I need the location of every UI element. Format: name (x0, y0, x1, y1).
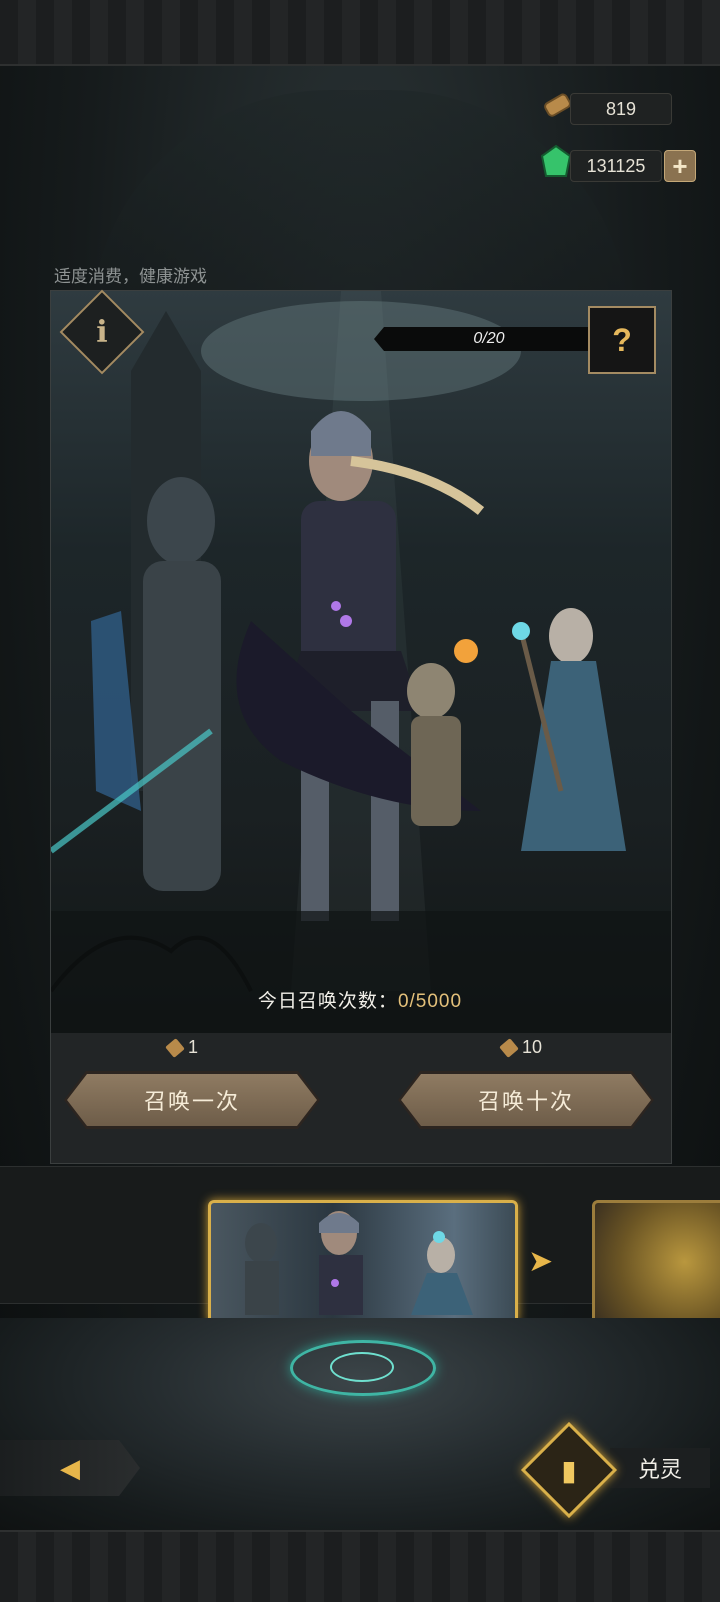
plus-icon: + (672, 151, 688, 181)
add-gems-button[interactable]: + (664, 150, 696, 182)
next-arrow-icon[interactable]: ➤ (528, 1244, 553, 1279)
single-cost-value: 1 (188, 1037, 199, 1057)
back-button[interactable]: ◀ (0, 1440, 140, 1496)
gem-count: 131125 (586, 155, 646, 176)
summon-card (50, 290, 672, 1164)
summon-ten-button[interactable]: 召唤十次 (401, 1074, 651, 1126)
gem-icon (538, 144, 574, 180)
back-arrow-icon: ◀ (60, 1452, 80, 1483)
scroll-counter: 819 (570, 93, 672, 125)
scroll-icon (499, 1037, 519, 1058)
scroll-icon (165, 1037, 185, 1058)
bottom-ornament-bar (0, 1530, 720, 1602)
thumbnail-illustration (245, 1211, 473, 1315)
daily-summon-value: 0/5000 (397, 991, 463, 1012)
scroll-count: 819 (605, 98, 637, 119)
question-icon[interactable]: ? (588, 306, 656, 374)
ten-cost: 10 (499, 1037, 543, 1058)
info-icon[interactable]: i (72, 302, 132, 362)
daily-summon-label: 今日召唤次数： (257, 991, 398, 1012)
banner-thumbnail-next[interactable] (592, 1200, 720, 1324)
gem-counter: 131125 (570, 150, 662, 182)
summon-once-button[interactable]: 召唤一次 (67, 1074, 317, 1126)
summon-banner-art (51, 291, 671, 1033)
top-ornament-bar (0, 0, 720, 66)
ten-cost-value: 10 (522, 1037, 543, 1057)
daily-summon-count: 今日召唤次数：0/5000 (0, 986, 720, 1013)
single-cost: 1 (165, 1037, 199, 1058)
health-notice: 适度消费，健康游戏 (54, 267, 207, 286)
banner-thumbnail-selected[interactable] (208, 1200, 518, 1324)
banner-illustration (51, 291, 671, 1033)
pity-progress-text: 0/20 (473, 330, 505, 347)
card-icon[interactable]: ▮ (535, 1436, 603, 1504)
summon-rune-inner (330, 1352, 394, 1382)
pity-progress-bar: 0/20 (374, 327, 604, 351)
exchange-label[interactable]: 兑灵 (610, 1448, 710, 1488)
